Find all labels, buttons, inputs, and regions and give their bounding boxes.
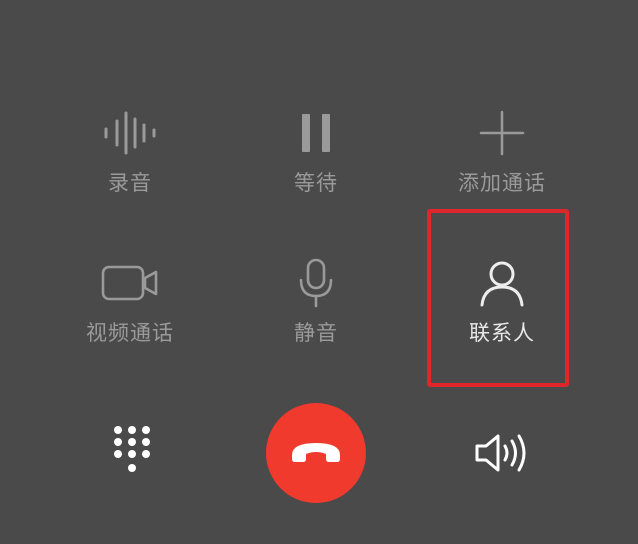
pause-icon — [299, 105, 333, 161]
in-call-screen: 录音 等待 添加通话 视频通话 静音 联系人 — [0, 0, 638, 544]
speaker-icon — [473, 432, 529, 478]
record-label: 录音 — [108, 171, 152, 195]
video-call-button[interactable]: 视频通话 — [55, 255, 205, 365]
mute-button[interactable]: 静音 — [241, 255, 391, 365]
dialpad-button[interactable] — [102, 423, 162, 483]
add-call-label: 添加通话 — [458, 171, 546, 195]
record-button[interactable]: 录音 — [55, 105, 205, 215]
speaker-button[interactable] — [470, 425, 532, 485]
hold-button[interactable]: 等待 — [241, 105, 391, 215]
hold-label: 等待 — [294, 171, 338, 195]
add-call-button[interactable]: 添加通话 — [427, 105, 577, 215]
mute-label: 静音 — [294, 321, 338, 345]
contacts-highlight-box — [427, 209, 569, 387]
microphone-icon — [296, 255, 336, 311]
video-camera-icon — [101, 255, 159, 311]
video-call-label: 视频通话 — [86, 321, 174, 345]
waveform-icon — [102, 105, 158, 161]
end-call-icon — [288, 437, 344, 469]
dialpad-icon — [111, 424, 153, 482]
end-call-button[interactable] — [266, 403, 366, 503]
plus-icon — [479, 105, 525, 161]
